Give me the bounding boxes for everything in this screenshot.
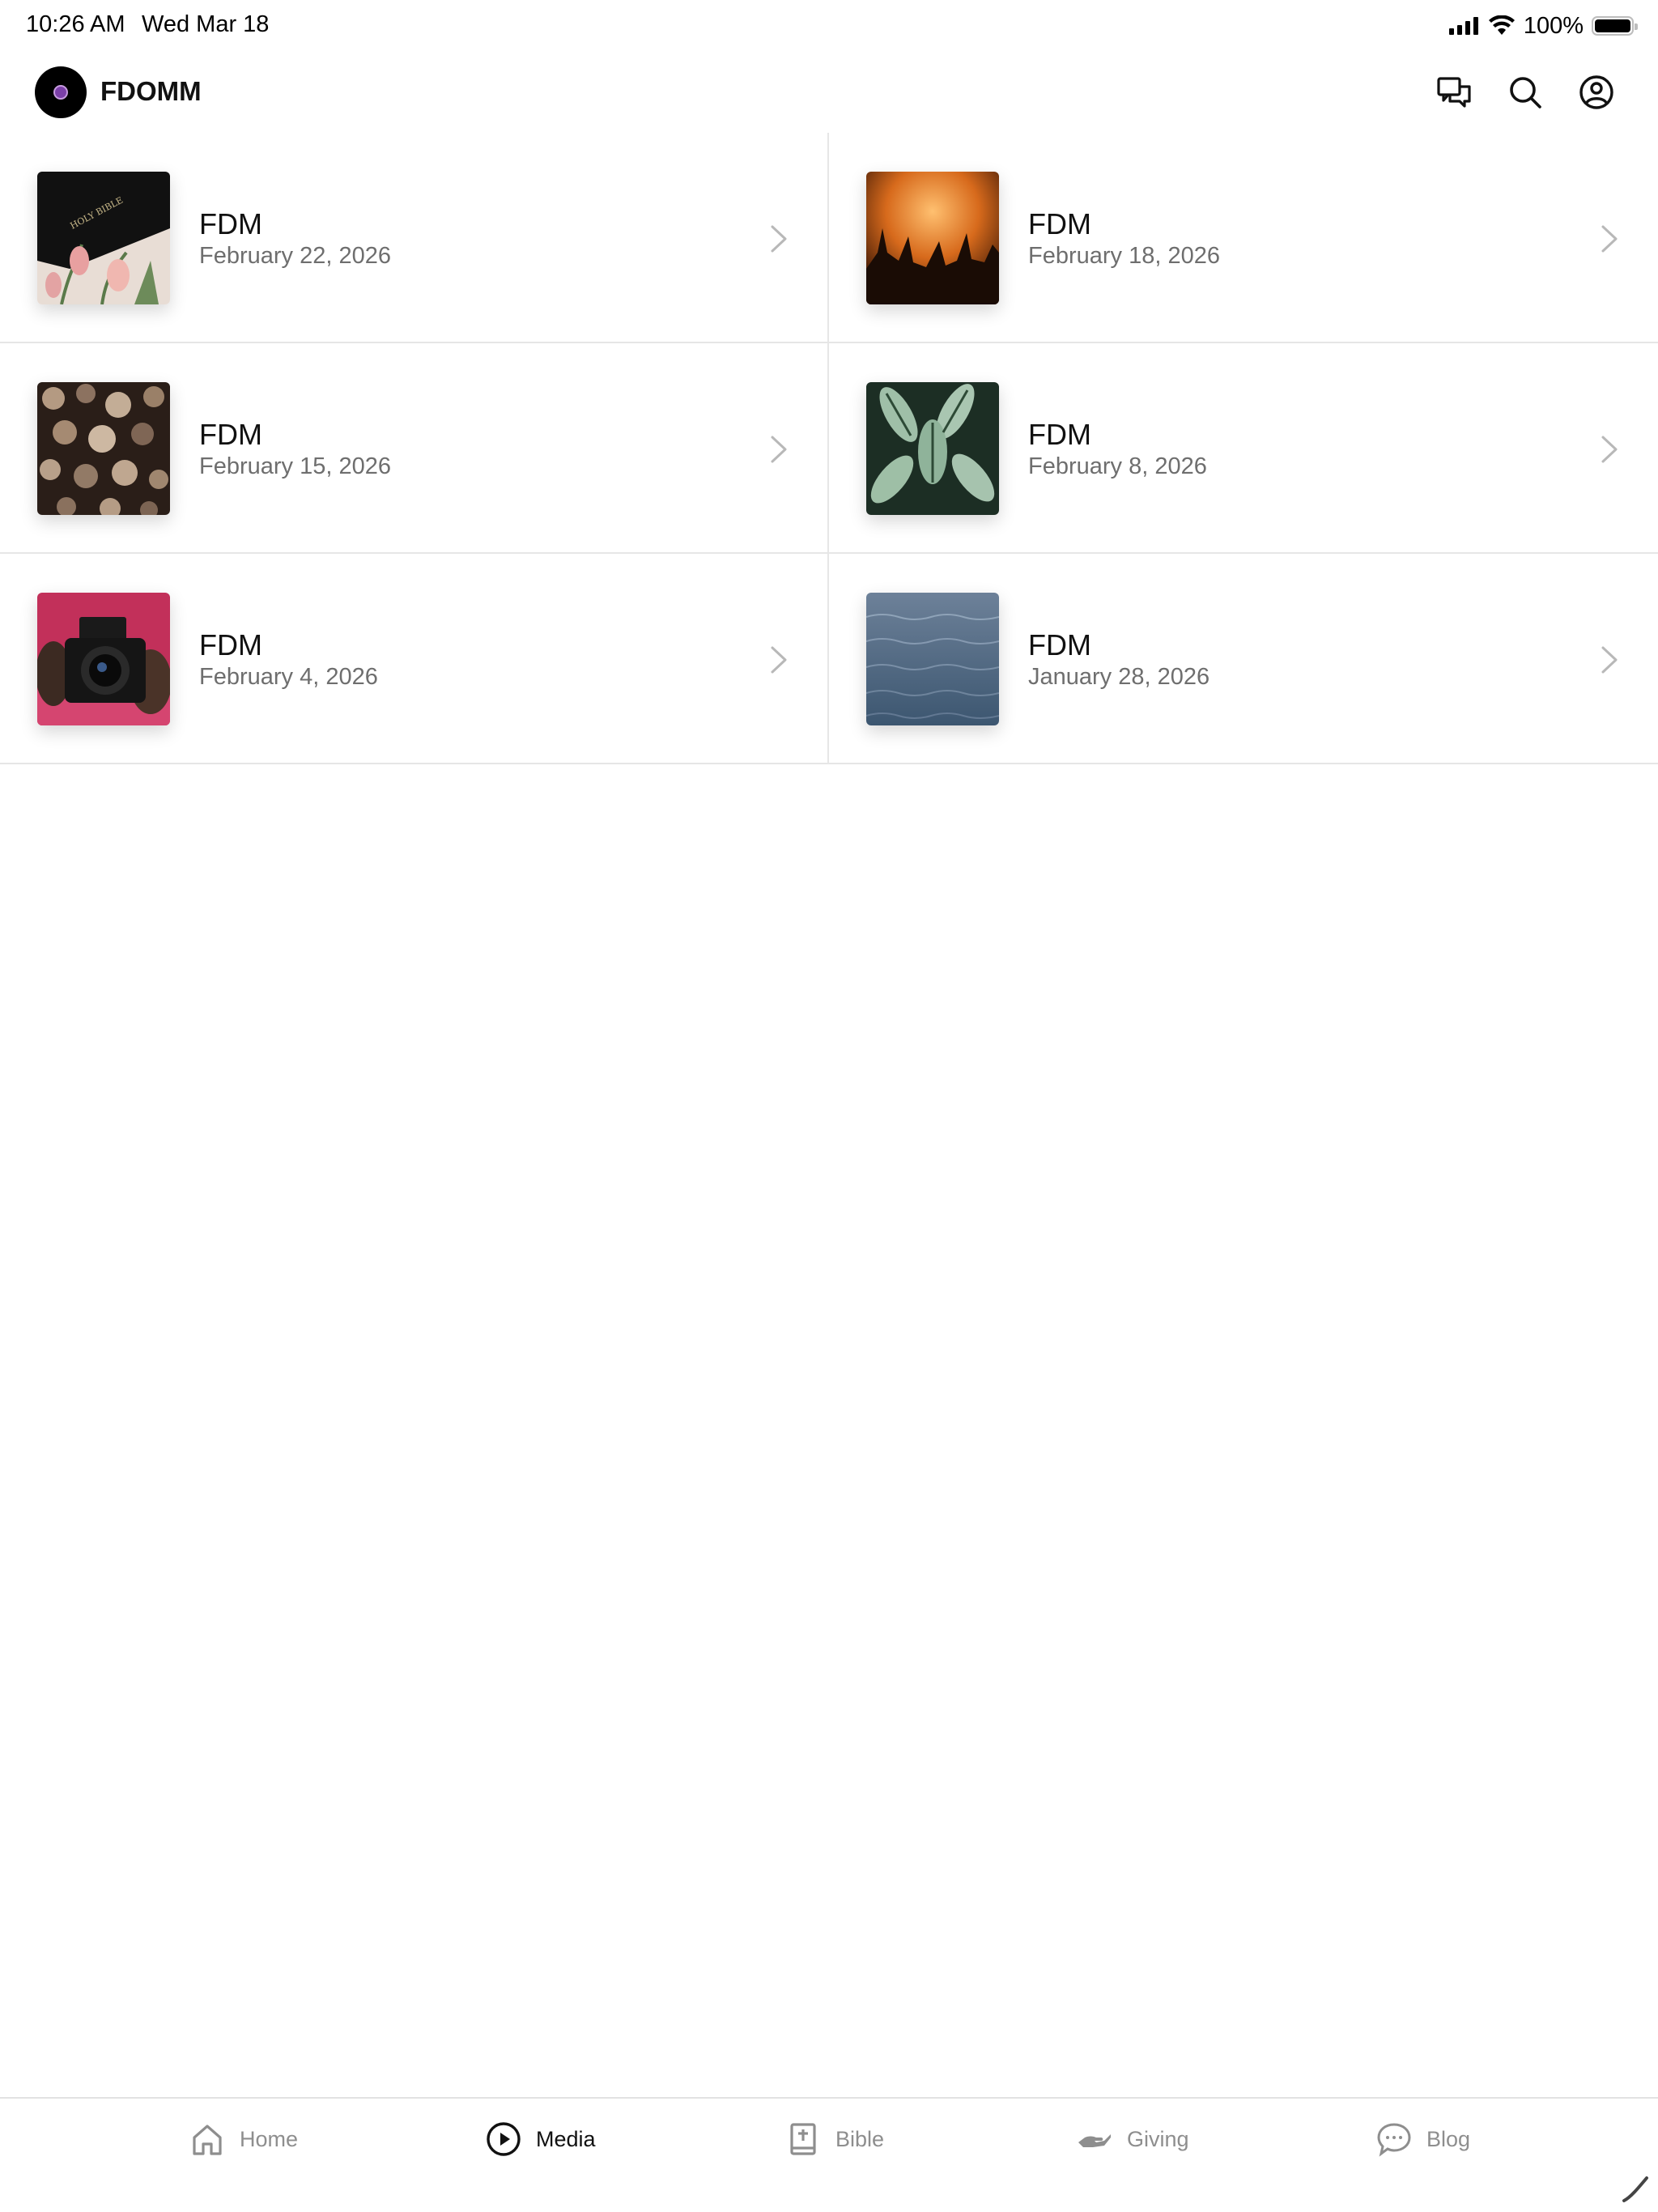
tab-label: Giving (1127, 2126, 1189, 2151)
status-time: 10:26 AM (26, 11, 125, 37)
thumbnail-bible-tulips: HOLY BIBLE (37, 172, 170, 304)
thumbnail-camera (37, 593, 170, 725)
thumbnail-green-leaves (866, 382, 999, 515)
app-root: 10:26 AM Wed Mar 18 100% FDOMM HOLY BIBL… (0, 0, 1658, 2212)
search-icon (1510, 77, 1541, 108)
item-title: FDM (1028, 207, 1091, 240)
chevron-right-icon (1601, 436, 1618, 463)
giving-hand-icon (1078, 2134, 1111, 2147)
tab-label: Blog (1426, 2126, 1471, 2151)
status-indicators: 100% (1448, 11, 1638, 40)
tab-label: Media (536, 2126, 596, 2151)
thumbnail-wood-logs (37, 382, 170, 515)
search-button[interactable] (1504, 71, 1546, 113)
app-header: FDOMM (0, 52, 1658, 133)
item-date: February 22, 2026 (199, 243, 391, 269)
play-circle-icon (487, 2122, 521, 2156)
item-date: February 8, 2026 (1028, 453, 1207, 479)
wifi-icon (1488, 15, 1515, 35)
item-title: FDM (199, 628, 262, 661)
item-title: FDM (1028, 628, 1091, 661)
item-date: January 28, 2026 (1028, 664, 1210, 690)
item-date: February 15, 2026 (199, 453, 391, 479)
chevron-right-icon (1601, 225, 1618, 253)
status-bar: 10:26 AM Wed Mar 18 100% (0, 0, 1658, 52)
tab-bar: Home Media Bible Giving Blog (0, 2097, 1658, 2212)
item-title: FDM (1028, 418, 1091, 451)
account-button[interactable] (1575, 71, 1618, 113)
cellular-signal-icon (1448, 17, 1478, 35)
item-date: February 18, 2026 (1028, 243, 1220, 269)
chevron-right-icon (771, 225, 787, 253)
tab-label: Home (240, 2126, 299, 2151)
item-title: FDM (199, 207, 262, 240)
chat-bubble-icon (1377, 2123, 1411, 2157)
tab-bible[interactable]: Bible (785, 2120, 884, 2159)
item-date: February 4, 2026 (199, 664, 378, 690)
media-list: HOLY BIBLE FDM February 22, 2026 FDM Feb… (0, 133, 1658, 764)
tab-blog[interactable]: Blog (1376, 2120, 1470, 2159)
bible-icon (790, 2123, 816, 2155)
chat-icon (1437, 77, 1471, 108)
app-logo[interactable] (35, 66, 87, 118)
chat-button[interactable] (1433, 71, 1475, 113)
battery-icon (1592, 16, 1638, 36)
account-icon (1579, 75, 1613, 109)
pencil-indicator-icon (1622, 2176, 1648, 2202)
media-list-item[interactable]: FDM February 15, 2026 (0, 343, 829, 554)
chevron-right-icon (1601, 646, 1618, 674)
thumbnail-worship-crowd (866, 172, 999, 304)
media-list-item[interactable]: HOLY BIBLE FDM February 22, 2026 (0, 133, 829, 343)
home-icon (193, 2125, 222, 2155)
tab-home[interactable]: Home (189, 2120, 298, 2159)
item-title: FDM (199, 418, 262, 451)
status-date: Wed Mar 18 (142, 11, 270, 37)
media-list-item[interactable]: FDM January 28, 2026 (829, 554, 1658, 764)
tab-media[interactable]: Media (486, 2120, 596, 2159)
chevron-right-icon (771, 436, 787, 463)
media-list-item[interactable]: FDM February 4, 2026 (0, 554, 829, 764)
battery-percentage: 100% (1523, 12, 1584, 39)
tab-label: Bible (835, 2126, 885, 2151)
app-title: FDOMM (100, 76, 202, 106)
media-list-item[interactable]: FDM February 8, 2026 (829, 343, 1658, 554)
thumbnail-ocean-water (866, 593, 999, 725)
media-list-item[interactable]: FDM February 18, 2026 (829, 133, 1658, 343)
tab-giving[interactable]: Giving (1077, 2120, 1189, 2159)
chevron-right-icon (771, 646, 787, 674)
